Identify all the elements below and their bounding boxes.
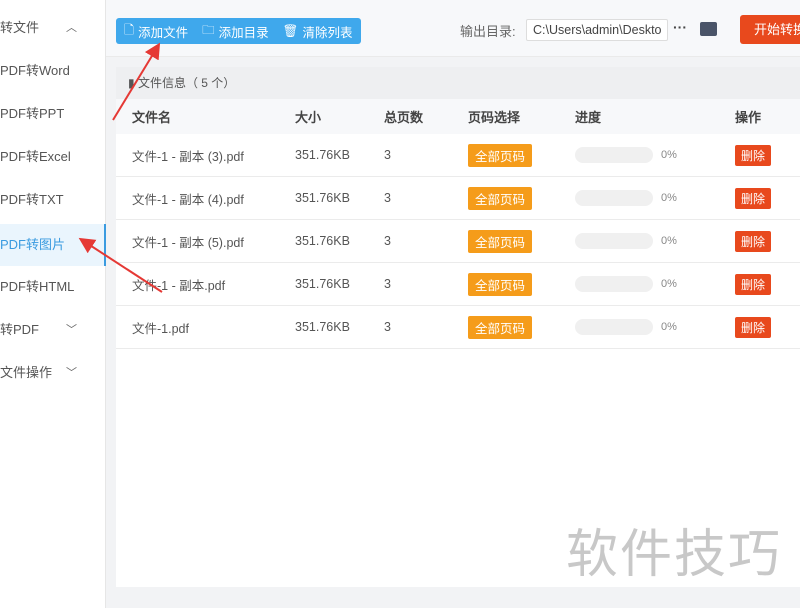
page-select-button[interactable]: 全部页码 (468, 272, 533, 296)
folder-icon[interactable] (700, 22, 717, 36)
file-icon: 🗋 (124, 22, 135, 37)
sidebar-item-0[interactable]: 转文件 ︿ (0, 7, 106, 49)
sidebar-item-label: PDF转TXT (0, 192, 64, 207)
table-row: 文件-1 - 副本.pdf 351.76KB 3 全部页码 0% 删除 (116, 263, 800, 306)
progress-bar (575, 276, 653, 292)
page-count: 3 (384, 277, 391, 291)
start-convert-button[interactable]: 开始转换 (740, 15, 800, 44)
sidebar-item-5[interactable]: PDF转图片 (0, 224, 106, 266)
page-select-button[interactable]: 全部页码 (468, 229, 533, 253)
output-dir-input[interactable]: C:\Users\admin\Deskto (526, 19, 668, 41)
add-folder-button[interactable]: 🗀 添加目录 (202, 21, 269, 42)
sidebar-item-3[interactable]: PDF转Excel (0, 136, 106, 178)
sidebar-item-2[interactable]: PDF转PPT (0, 93, 106, 135)
file-size: 351.76KB (295, 191, 350, 205)
file-name: 文件-1.pdf (132, 321, 189, 336)
delete-button[interactable]: 删除 (735, 144, 772, 166)
progress: 0% (575, 190, 677, 206)
clear-list-button[interactable]: 🗑 清除列表 (283, 22, 353, 41)
col-page-select: 页码选择 (468, 110, 521, 125)
file-size: 351.76KB (295, 234, 350, 248)
file-size: 351.76KB (295, 320, 350, 334)
sidebar-item-label: 转PDF (0, 322, 40, 337)
page-select-button[interactable]: 全部页码 (468, 315, 533, 339)
sidebar-item-label: PDF转图片 (0, 237, 66, 252)
col-progress: 进度 (575, 110, 602, 125)
progress-bar (575, 190, 653, 206)
sidebar-item-8[interactable]: 文件操作 ﹀ (0, 352, 106, 394)
page-count: 3 (384, 234, 391, 248)
file-size: 351.76KB (295, 277, 350, 291)
delete-button[interactable]: 删除 (735, 187, 772, 209)
document-icon: ▮ (128, 76, 135, 90)
folder-outline-icon: 🗀 (202, 22, 215, 37)
col-name: 文件名 (132, 110, 172, 125)
col-pages: 总页数 (384, 110, 424, 125)
add-file-button[interactable]: 🗋 添加文件 (124, 21, 188, 42)
sidebar-item-label: PDF转Word (0, 63, 70, 78)
file-name: 文件-1 - 副本 (4).pdf (132, 192, 244, 207)
page-select-button[interactable]: 全部页码 (468, 143, 533, 167)
page-count: 3 (384, 320, 391, 334)
chevron-down-icon: ﹀ (66, 367, 77, 379)
delete-button[interactable]: 删除 (735, 230, 772, 252)
sidebar-item-7[interactable]: 转PDF ﹀ (0, 309, 106, 351)
progress: 0% (575, 319, 677, 335)
sidebar-item-label: PDF转Excel (0, 149, 71, 164)
sidebar-item-1[interactable]: PDF转Word (0, 50, 106, 92)
chevron-down-icon: ﹀ (66, 324, 77, 336)
sidebar-item-label: 文件操作 (0, 365, 53, 380)
file-name: 文件-1 - 副本 (5).pdf (132, 235, 244, 250)
page-select-button[interactable]: 全部页码 (468, 186, 533, 210)
col-size: 大小 (295, 110, 322, 125)
table-row: 文件-1.pdf 351.76KB 3 全部页码 0% 删除 (116, 306, 800, 349)
sidebar-item-label: PDF转PPT (0, 106, 65, 121)
output-dir-label: 输出目录: (460, 24, 516, 39)
sidebar-item-6[interactable]: PDF转HTML (0, 266, 106, 308)
more-button[interactable]: ··· (673, 19, 687, 35)
table-row: 文件-1 - 副本 (3).pdf 351.76KB 3 全部页码 0% 删除 (116, 134, 800, 177)
col-action: 操作 (735, 110, 762, 125)
watermark: 软件技巧 (566, 525, 783, 585)
progress: 0% (575, 276, 677, 292)
progress-bar (575, 319, 653, 335)
page-count: 3 (384, 191, 391, 205)
delete-button[interactable]: 删除 (735, 316, 772, 338)
delete-button[interactable]: 删除 (735, 273, 772, 295)
chevron-up-icon: ︿ (66, 22, 77, 34)
file-name: 文件-1 - 副本.pdf (132, 278, 226, 293)
table-row: 文件-1 - 副本 (4).pdf 351.76KB 3 全部页码 0% 删除 (116, 177, 800, 220)
table-row: 文件-1 - 副本 (5).pdf 351.76KB 3 全部页码 0% 删除 (116, 220, 800, 263)
sidebar-item-label: 转文件 (0, 20, 40, 35)
file-name: 文件-1 - 副本 (3).pdf (132, 149, 244, 164)
progress: 0% (575, 147, 677, 163)
page-count: 3 (384, 148, 391, 162)
file-table-panel: ▮ 文件信息（ 5 个） 文件名 大小 总页数 页码选择 进度 操作 文件-1 … (116, 67, 800, 587)
progress: 0% (575, 233, 677, 249)
file-size: 351.76KB (295, 148, 350, 162)
file-info-header: ▮ 文件信息（ 5 个） (116, 67, 800, 99)
toolbar: 🗋 添加文件 🗀 添加目录 🗑 清除列表 输出目录: C:\Users\admin\D… (106, 0, 800, 57)
file-button-group: 🗋 添加文件 🗀 添加目录 🗑 清除列表 (116, 18, 361, 44)
progress-bar (575, 147, 653, 163)
sidebar: 转文件 ︿ PDF转Word PDF转PPT PDF转Excel PDF转TXT PDF转图… (0, 0, 106, 608)
table-header: 文件名 大小 总页数 页码选择 进度 操作 (116, 99, 800, 134)
trash-icon: 🗑 (282, 23, 299, 38)
sidebar-item-label: PDF转HTML (0, 279, 75, 294)
progress-bar (575, 233, 653, 249)
sidebar-item-4[interactable]: PDF转TXT (0, 179, 106, 221)
